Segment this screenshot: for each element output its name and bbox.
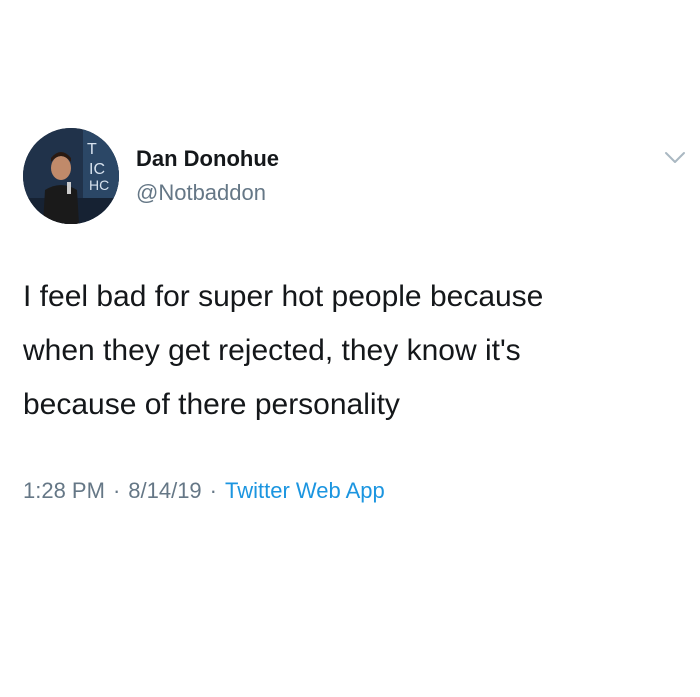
tweet-date[interactable]: 8/14/19: [128, 478, 201, 503]
tweet-meta: 1:28 PM · 8/14/19 · Twitter Web App: [23, 478, 385, 504]
meta-separator: ·: [112, 478, 121, 503]
author-handle[interactable]: @Notbaddon: [136, 180, 266, 206]
author-name[interactable]: Dan Donohue: [136, 146, 279, 172]
chevron-down-icon[interactable]: [662, 148, 688, 168]
tweet-text: I feel bad for super hot people because …: [23, 280, 544, 421]
tweet-card: T IC HC Dan Donohue @Notbaddon I feel ba…: [0, 0, 700, 697]
svg-text:T: T: [87, 141, 97, 158]
profile-photo-icon: T IC HC: [23, 128, 119, 224]
meta-separator: ·: [209, 478, 217, 503]
svg-text:IC: IC: [89, 161, 105, 178]
avatar[interactable]: T IC HC: [23, 128, 119, 224]
svg-text:HC: HC: [89, 177, 109, 193]
tweet-source-link[interactable]: Twitter Web App: [225, 478, 385, 503]
tweet-time[interactable]: 1:28 PM: [23, 478, 105, 503]
